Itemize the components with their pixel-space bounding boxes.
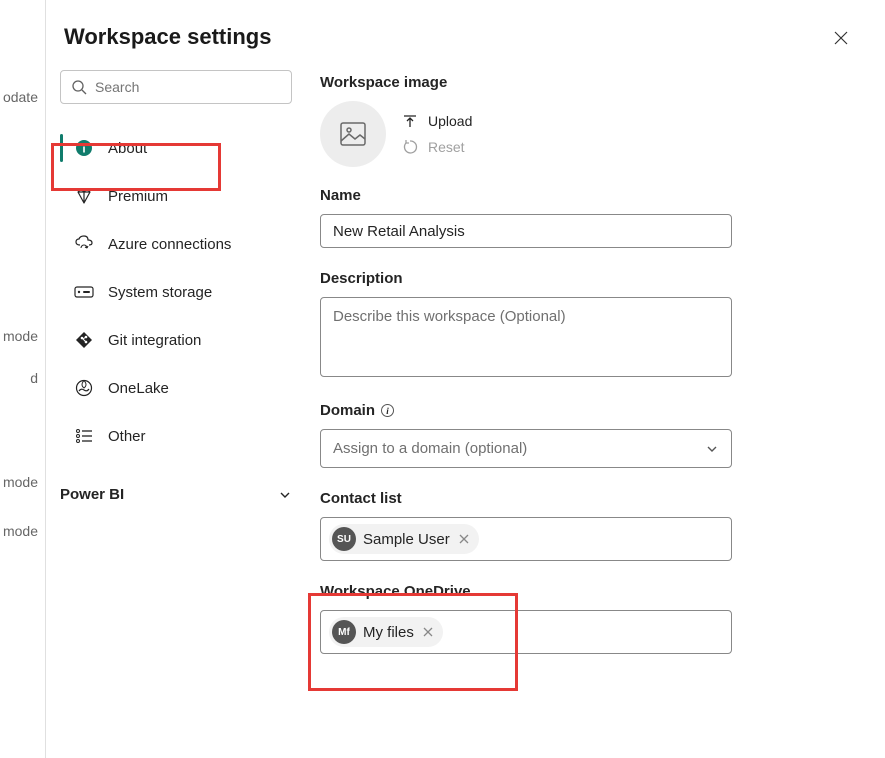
reset-icon	[402, 139, 418, 155]
chevron-down-icon	[278, 488, 292, 502]
nav-git[interactable]: Git integration	[60, 318, 292, 362]
name-label: Name	[320, 187, 855, 204]
chip-remove-button[interactable]	[457, 531, 471, 548]
nav-label: OneLake	[108, 380, 169, 397]
onedrive-input[interactable]: Mf My files	[320, 610, 732, 654]
search-box[interactable]	[60, 70, 292, 104]
storage-icon	[74, 282, 94, 302]
workspace-image-placeholder	[320, 101, 386, 167]
nav-other[interactable]: Other	[60, 414, 292, 458]
nav-label: Azure connections	[108, 236, 231, 253]
search-icon	[71, 79, 87, 95]
contact-list-label: Contact list	[320, 490, 855, 507]
info-icon[interactable]: i	[381, 404, 394, 417]
close-button[interactable]	[827, 24, 855, 52]
search-input[interactable]	[95, 79, 281, 95]
cloud-sync-icon	[74, 234, 94, 254]
git-icon	[74, 330, 94, 350]
close-icon	[423, 627, 433, 637]
upload-button[interactable]: Upload	[402, 113, 472, 129]
avatar: Mf	[332, 620, 356, 644]
domain-select[interactable]: Assign to a domain (optional)	[320, 429, 732, 468]
panel-header: Workspace settings	[60, 24, 855, 52]
chip-remove-button[interactable]	[421, 624, 435, 641]
settings-panel: Workspace settings About Premium	[45, 0, 885, 758]
nav-about[interactable]: About	[60, 126, 292, 170]
background-clipped-items: odate mode d mode mode	[0, 0, 44, 543]
description-input[interactable]	[320, 297, 732, 377]
image-icon	[338, 119, 368, 149]
diamond-icon	[74, 186, 94, 206]
sidebar: About Premium Azure connections System s…	[60, 70, 292, 676]
info-circle-icon	[74, 138, 94, 158]
list-settings-icon	[74, 426, 94, 446]
nav-label: Git integration	[108, 332, 201, 349]
nav-premium[interactable]: Premium	[60, 174, 292, 218]
onedrive-chip: Mf My files	[329, 617, 443, 647]
nav-label: System storage	[108, 284, 212, 301]
upload-icon	[402, 113, 418, 129]
section-powerbi[interactable]: Power BI	[60, 486, 292, 503]
description-label: Description	[320, 270, 855, 287]
close-icon	[833, 30, 849, 46]
chip-label: My files	[363, 624, 414, 641]
avatar: SU	[332, 527, 356, 551]
main-content: Workspace image Upload Reset Name	[320, 70, 855, 676]
nav-azure[interactable]: Azure connections	[60, 222, 292, 266]
domain-placeholder: Assign to a domain (optional)	[333, 440, 527, 457]
nav-label: Other	[108, 428, 146, 445]
contact-chip: SU Sample User	[329, 524, 479, 554]
workspace-image-label: Workspace image	[320, 74, 855, 91]
onedrive-label: Workspace OneDrive	[320, 583, 855, 600]
panel-title: Workspace settings	[64, 24, 271, 50]
nav-label: Premium	[108, 188, 168, 205]
contact-list-input[interactable]: SU Sample User	[320, 517, 732, 561]
nav-label: About	[108, 140, 147, 157]
onelake-icon	[74, 378, 94, 398]
close-icon	[459, 534, 469, 544]
nav-onelake[interactable]: OneLake	[60, 366, 292, 410]
section-title: Power BI	[60, 486, 124, 503]
domain-label: Domain i	[320, 402, 855, 419]
nav-storage[interactable]: System storage	[60, 270, 292, 314]
chevron-down-icon	[705, 442, 719, 456]
name-input[interactable]	[320, 214, 732, 248]
chip-label: Sample User	[363, 531, 450, 548]
reset-button: Reset	[402, 139, 472, 155]
